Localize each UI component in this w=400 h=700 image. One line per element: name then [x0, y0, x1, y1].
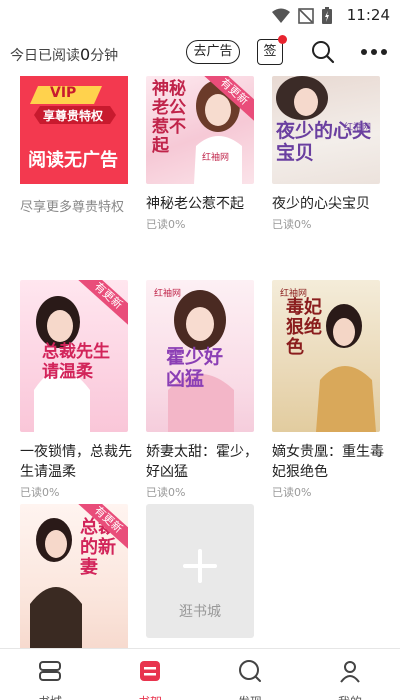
cover-publisher: 红袖网: [344, 123, 372, 133]
book-progress: 已读0%: [20, 486, 60, 499]
book-cover: 夜少的心尖宝贝 红袖网: [272, 76, 380, 184]
cover-publisher: 红袖网: [154, 289, 182, 299]
more-button[interactable]: [358, 38, 390, 66]
book-item[interactable]: 神秘老公惹不起 红袖网 有更新 神秘老公惹不起 已读0%: [146, 76, 254, 232]
wifi-icon: [272, 8, 290, 23]
status-icons: [272, 7, 332, 24]
vip-ribbon-text: 享尊贵特权: [43, 109, 104, 123]
search-icon: [312, 41, 335, 64]
nav-bookstore-label: 书城: [0, 693, 100, 700]
vip-caption: 尽享更多尊贵特权: [20, 200, 125, 215]
book-cover: 总裁的新妻 有更新: [20, 504, 128, 648]
book-progress: 已读0%: [272, 218, 312, 231]
profile-icon: [340, 661, 360, 683]
book-item[interactable]: 红袖网 霍少好凶猛 娇妻太甜：霍少，好凶猛 已读0%: [146, 280, 258, 500]
vip-headline: 阅读无广告: [28, 150, 118, 171]
plus-icon-vertical: [198, 549, 202, 583]
vip-label: VIP: [50, 85, 77, 101]
cover-title: 神秘老公惹不起: [152, 79, 186, 156]
notification-dot: [278, 35, 287, 44]
bookshelf-icon: [140, 661, 160, 681]
book-cover: 红袖网 霍少好凶猛: [146, 280, 254, 432]
book-cover: 红袖网 毒妃狠绝色: [272, 280, 380, 432]
more-dots-icon: [361, 49, 387, 55]
discover-icon: [239, 660, 261, 682]
bookshelf-grid: VIP 享尊贵特权 阅读无广告 尽享更多尊贵特权 神秘老公惹不起 红袖网 有更新…: [0, 76, 400, 648]
bookstore-icon: [39, 661, 61, 681]
nav-bookstore[interactable]: 书城: [0, 649, 100, 700]
nav-discover[interactable]: 发现: [200, 649, 300, 700]
sign-in-button[interactable]: 签: [257, 35, 287, 65]
nav-profile[interactable]: 我的: [300, 649, 400, 700]
book-title: 神秘老公惹不起: [146, 196, 244, 212]
book-item[interactable]: 夜少的心尖宝贝 红袖网 夜少的心尖宝贝 已读0%: [272, 76, 380, 232]
book-progress: 已读0%: [146, 218, 186, 231]
cover-title: 霍少好凶猛: [166, 346, 224, 390]
cover-title: 总裁先生请温柔: [42, 342, 110, 382]
bottom-nav: 书城 书架 发现 我的: [0, 648, 400, 700]
book-item[interactable]: 红袖网 毒妃狠绝色 嫡女贵凰：重生毒妃狠绝色 已读0%: [272, 280, 384, 500]
status-time: 11:24: [346, 6, 390, 24]
sign-in-label: 签: [263, 44, 277, 59]
nav-bookshelf[interactable]: 书架: [100, 649, 200, 700]
search-button[interactable]: [310, 38, 336, 66]
reading-time: 今日已阅读0分钟: [10, 45, 118, 65]
reading-time-suffix: 分钟: [90, 48, 119, 64]
cover-publisher: 红袖网: [202, 153, 230, 163]
top-header: 今日已阅读0分钟 去广告 签: [0, 32, 400, 76]
book-title: 嫡女贵凰：重生毒妃狠绝色: [272, 444, 384, 480]
book-title: 一夜锁情，总裁先生请温柔: [20, 444, 132, 480]
reading-time-prefix: 今日已阅读: [10, 48, 80, 64]
browse-bookstore-label: 逛书城: [179, 604, 221, 620]
book-title: 娇妻太甜：霍少，好凶猛: [146, 444, 258, 480]
nav-profile-label: 我的: [300, 693, 400, 700]
remove-ads-button[interactable]: 去广告: [186, 40, 240, 64]
no-signal-icon: [298, 7, 314, 24]
status-bar: 11:24: [0, 0, 400, 32]
battery-icon: [322, 7, 332, 24]
browse-bookstore-button[interactable]: 逛书城: [146, 504, 254, 638]
book-progress: 已读0%: [272, 486, 312, 499]
book-cover: 神秘老公惹不起 红袖网 有更新: [146, 76, 254, 184]
book-item[interactable]: 总裁先生请温柔 有更新 一夜锁情，总裁先生请温柔 已读0%: [20, 280, 132, 500]
nav-discover-label: 发现: [200, 693, 300, 700]
cover-title: 毒妃狠绝色: [286, 297, 322, 358]
book-item[interactable]: 总裁的新妻 有更新: [20, 504, 128, 648]
book-progress: 已读0%: [146, 486, 186, 499]
book-cover: 总裁先生请温柔 有更新: [20, 280, 128, 432]
book-title: 夜少的心尖宝贝: [272, 196, 370, 212]
vip-promo-card[interactable]: VIP 享尊贵特权 阅读无广告: [20, 76, 128, 184]
reading-minutes: 0: [80, 45, 91, 64]
nav-bookshelf-label: 书架: [100, 693, 200, 700]
